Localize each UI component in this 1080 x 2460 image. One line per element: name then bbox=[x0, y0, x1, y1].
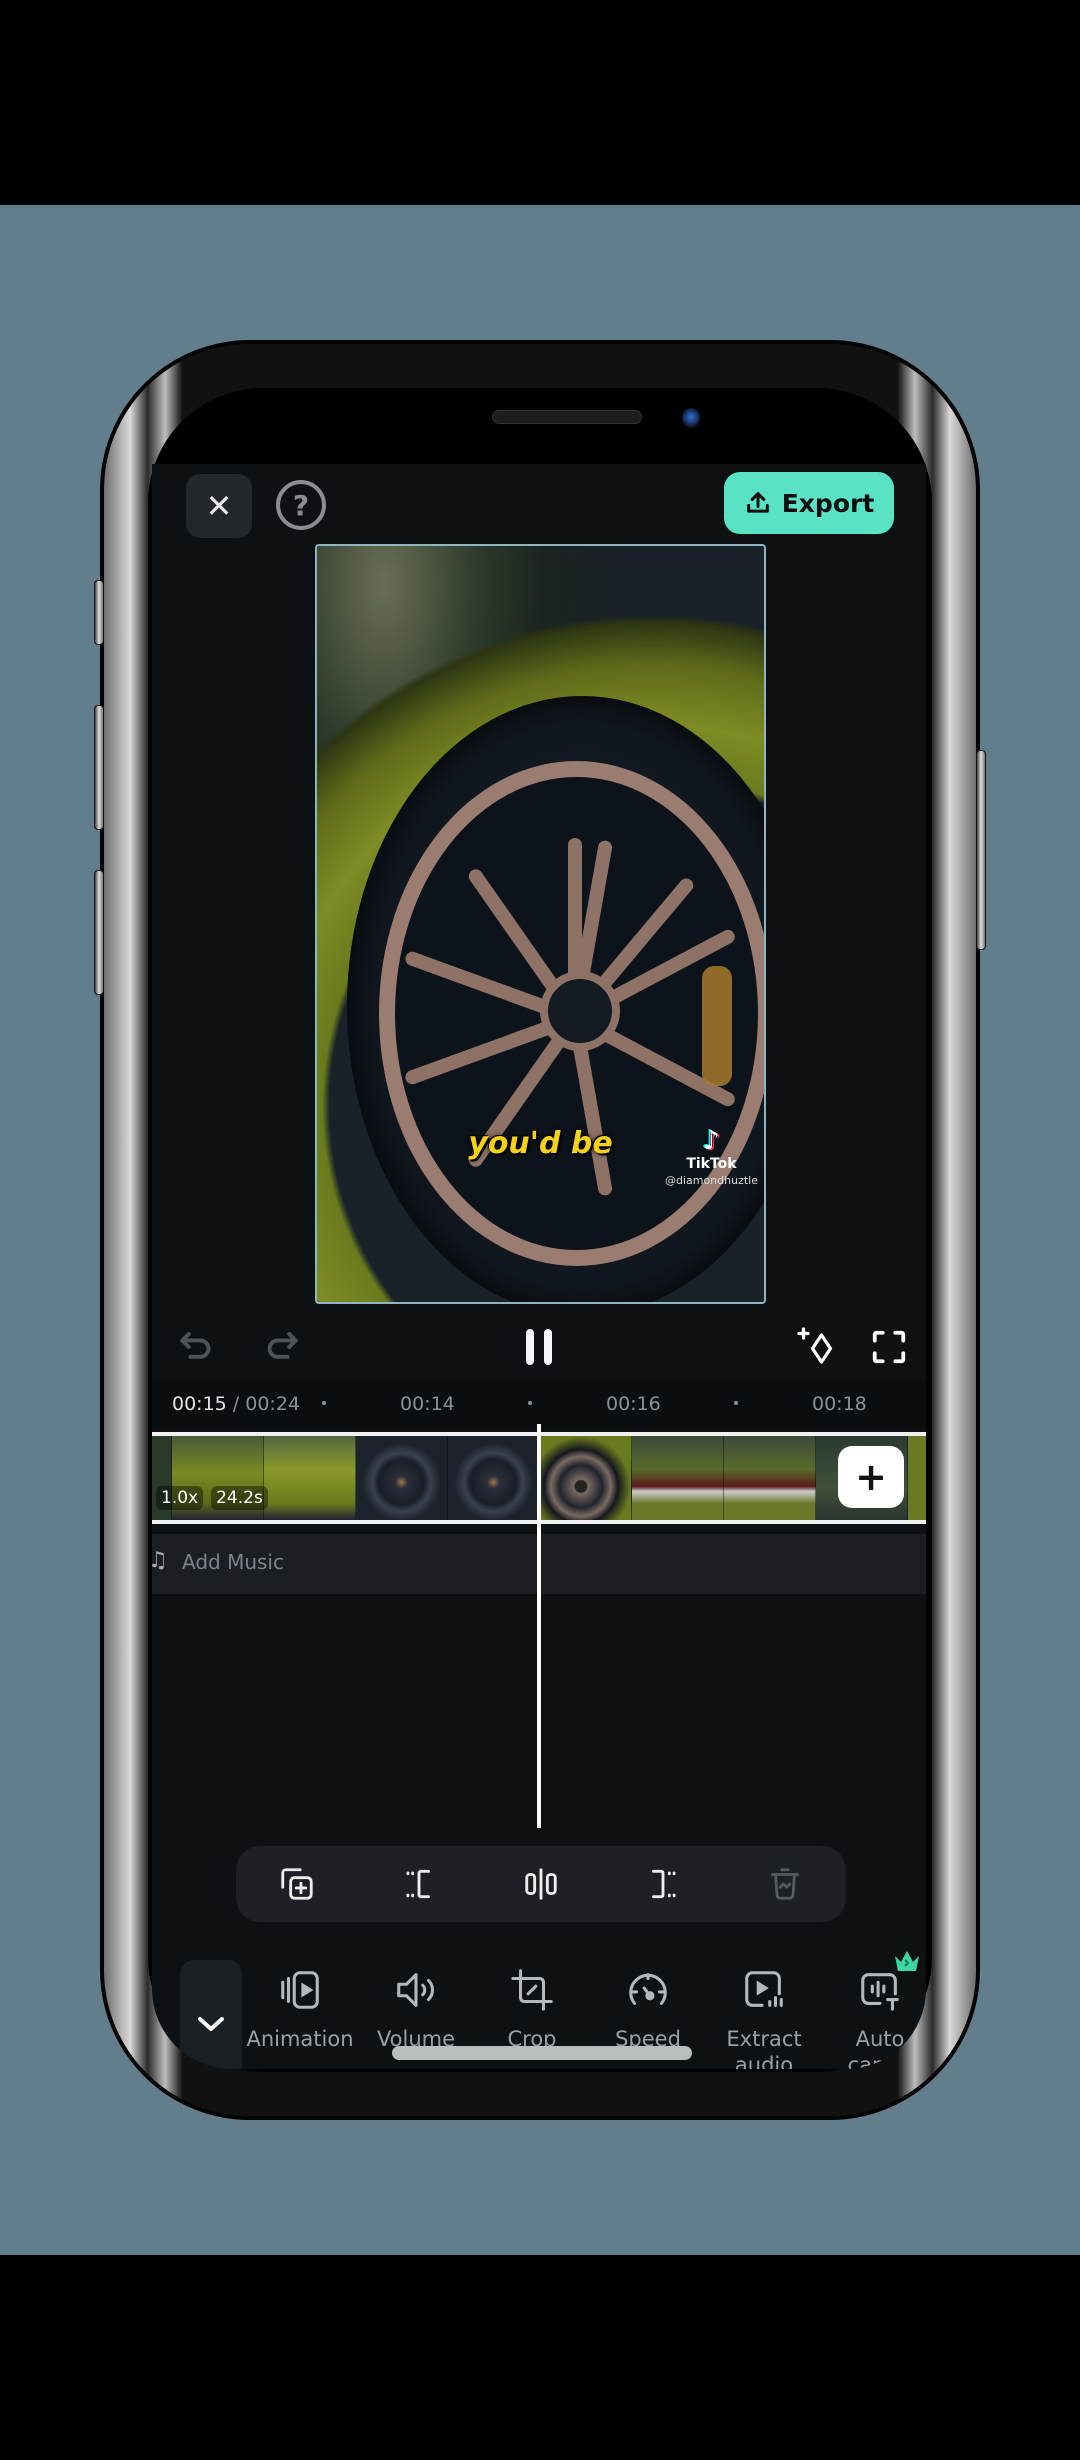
clip-thumbnail bbox=[448, 1436, 540, 1520]
chevron-down-icon bbox=[198, 2017, 224, 2031]
extract-audio-icon bbox=[745, 1971, 783, 2007]
add-keyframe-icon bbox=[797, 1327, 833, 1364]
undo-icon bbox=[180, 1331, 211, 1359]
mute-switch bbox=[94, 580, 104, 645]
playhead[interactable] bbox=[537, 1424, 541, 1828]
undo-button[interactable] bbox=[172, 1322, 222, 1372]
time-separator: / bbox=[226, 1393, 246, 1415]
split-icon bbox=[525, 1868, 557, 1900]
delete-button[interactable] bbox=[755, 1854, 815, 1914]
pause-icon bbox=[526, 1329, 552, 1365]
tool-extract-audio[interactable]: Extract audio bbox=[706, 1960, 822, 2069]
tool-label: Auto captio bbox=[847, 2027, 913, 2069]
tiktok-handle: @diamondhuztle bbox=[664, 1174, 758, 1187]
clip-info: 1.0x 24.2s bbox=[156, 1486, 268, 1510]
crop-icon bbox=[511, 1969, 553, 2011]
volume-up-button bbox=[94, 705, 104, 830]
collapse-button[interactable] bbox=[180, 1960, 242, 2069]
clip-thumbnail bbox=[356, 1436, 448, 1520]
clip-thumbnail bbox=[908, 1436, 926, 1520]
timeline-ruler[interactable]: 00:15 / 00:24 00:14 00:16 00:18 bbox=[152, 1379, 926, 1429]
redo-button[interactable] bbox=[256, 1322, 306, 1372]
close-button[interactable]: ✕ bbox=[186, 474, 252, 538]
close-icon: ✕ bbox=[205, 487, 233, 525]
app-screen: ✕ ? Export you'd be ♪ TikTok @diamondhuz… bbox=[152, 464, 926, 2069]
tool-animation[interactable]: Animation bbox=[242, 1960, 358, 2069]
add-music-label: Add Music bbox=[182, 1550, 284, 1574]
help-button[interactable]: ? bbox=[276, 480, 326, 530]
export-button[interactable]: Export bbox=[724, 472, 894, 534]
power-button bbox=[976, 750, 986, 950]
clip-thumbnail bbox=[632, 1436, 724, 1520]
current-time: 00:15 bbox=[172, 1393, 227, 1415]
time-readout: 00:15 / 00:24 bbox=[172, 1393, 300, 1415]
clip-duration: 24.2s bbox=[211, 1486, 268, 1510]
clip-thumbnail bbox=[540, 1436, 632, 1520]
add-clip-button[interactable]: + bbox=[838, 1446, 904, 1508]
tool-label: Extract audio bbox=[726, 2027, 802, 2069]
pause-button[interactable] bbox=[514, 1322, 564, 1372]
export-label: Export bbox=[781, 488, 875, 518]
video-preview[interactable]: you'd be ♪ TikTok @diamondhuztle bbox=[315, 544, 766, 1304]
music-note-icon: ♫ bbox=[152, 1548, 168, 1573]
tool-auto-captions[interactable]: Auto captio bbox=[822, 1960, 926, 2069]
tiktok-watermark: ♪ TikTok @diamondhuztle bbox=[665, 1126, 758, 1187]
tool-label: Animation bbox=[246, 2027, 354, 2051]
front-camera bbox=[682, 408, 700, 428]
ruler-dot bbox=[322, 1401, 326, 1405]
fullscreen-button[interactable] bbox=[864, 1322, 914, 1372]
tiktok-logo-icon: ♪ bbox=[703, 1126, 720, 1156]
split-button[interactable] bbox=[511, 1854, 571, 1914]
clip-thumbnail bbox=[264, 1436, 356, 1520]
earpiece-speaker bbox=[492, 410, 642, 424]
brake-caliper bbox=[702, 966, 732, 1086]
clip-speed: 1.0x bbox=[156, 1486, 204, 1510]
volume-down-button bbox=[94, 870, 104, 995]
duplicate-button[interactable] bbox=[267, 1854, 327, 1914]
delete-icon bbox=[770, 1868, 800, 1900]
trim-start-button[interactable] bbox=[389, 1854, 449, 1914]
premium-crown-icon bbox=[895, 1951, 919, 1971]
trim-right-icon bbox=[652, 1869, 676, 1899]
help-icon: ? bbox=[292, 488, 310, 522]
ruler-tick-label: 00:16 bbox=[606, 1393, 661, 1415]
animation-icon bbox=[281, 1971, 319, 2009]
home-indicator[interactable] bbox=[392, 2046, 692, 2060]
plus-icon: + bbox=[855, 1455, 887, 1499]
trim-end-button[interactable] bbox=[633, 1854, 693, 1914]
total-time: 00:24 bbox=[245, 1393, 301, 1415]
tiktok-brand: TikTok bbox=[686, 1156, 737, 1172]
duplicate-icon bbox=[281, 1868, 313, 1900]
speed-icon bbox=[629, 1973, 667, 2005]
clip-edit-toolbar bbox=[236, 1846, 846, 1922]
redo-icon bbox=[267, 1331, 298, 1359]
fullscreen-icon bbox=[872, 1330, 906, 1364]
ruler-tick-label: 00:18 bbox=[812, 1393, 867, 1415]
ruler-dot bbox=[734, 1401, 738, 1405]
clip-thumbnail bbox=[724, 1436, 816, 1520]
volume-icon bbox=[397, 1973, 434, 2007]
ruler-dot bbox=[528, 1401, 532, 1405]
trim-left-icon bbox=[406, 1869, 430, 1899]
wheel-hub bbox=[540, 971, 620, 1051]
ruler-tick-label: 00:14 bbox=[400, 1393, 455, 1415]
upload-icon bbox=[746, 492, 769, 513]
add-keyframe-button[interactable] bbox=[792, 1322, 842, 1372]
